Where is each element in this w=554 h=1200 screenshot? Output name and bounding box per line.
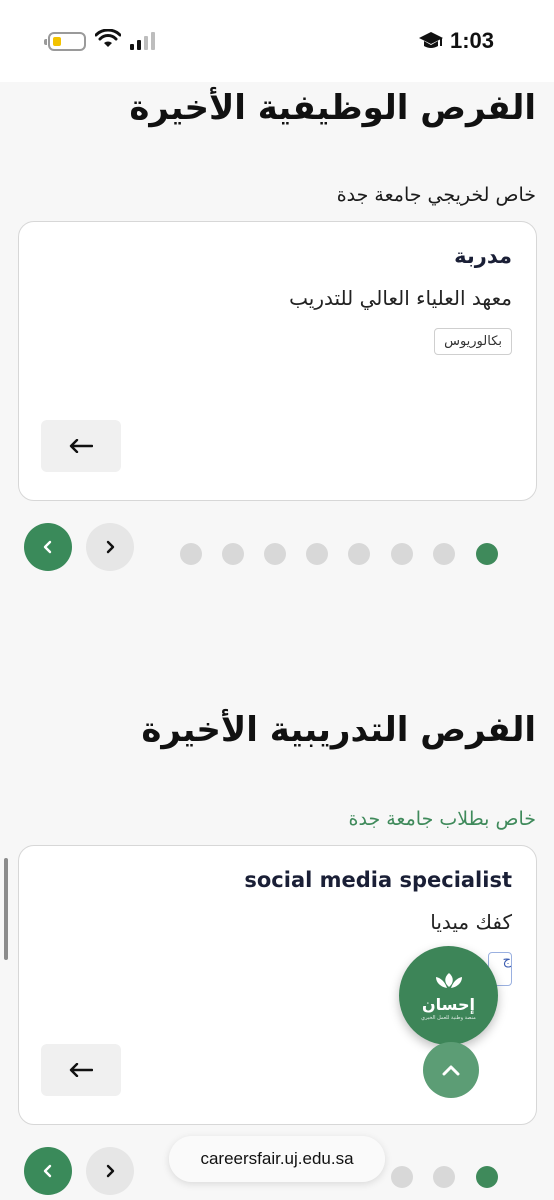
browser-url-bar[interactable]: careersfair.uj.edu.sa xyxy=(169,1136,385,1182)
scrollbar[interactable] xyxy=(4,858,8,960)
training-card-organization: كفك ميديا xyxy=(430,910,512,934)
scroll-to-top-button[interactable] xyxy=(423,1042,479,1098)
ehsan-logo-icon xyxy=(435,972,462,988)
job-card-open-button[interactable] xyxy=(41,420,121,472)
jobs-pagination-dot[interactable] xyxy=(433,543,455,565)
training-card-title: social media specialist xyxy=(244,868,512,892)
jobs-pagination-dot[interactable] xyxy=(306,543,328,565)
ehsan-badge-subtitle: منصة وطنية للعمل الخيري xyxy=(421,1014,476,1021)
ehsan-badge-name: إحسان xyxy=(422,994,475,1014)
graduation-cap-icon xyxy=(418,32,443,48)
time-group: 1:03 xyxy=(418,28,494,54)
jobs-section-subtitle: خاص لخريجي جامعة جدة xyxy=(336,184,536,206)
training-section-title: الفرص التدريبية الأخيرة xyxy=(141,710,536,750)
jobs-pagination-dot[interactable] xyxy=(180,543,202,565)
arrow-left-icon xyxy=(69,439,93,453)
jobs-prev-button[interactable] xyxy=(24,523,72,571)
training-pagination-dot[interactable] xyxy=(433,1166,455,1188)
chevron-left-icon xyxy=(43,540,52,554)
ehsan-badge[interactable]: إحسان منصة وطنية للعمل الخيري xyxy=(399,946,498,1045)
signal-icon xyxy=(130,32,155,50)
chevron-up-icon xyxy=(442,1065,460,1076)
jobs-pagination-dot[interactable] xyxy=(348,543,370,565)
training-next-button[interactable] xyxy=(86,1147,134,1195)
jobs-pagination-dot[interactable] xyxy=(222,543,244,565)
jobs-next-button[interactable] xyxy=(86,523,134,571)
chevron-right-icon xyxy=(106,540,115,554)
job-card[interactable]: مدربة معهد العلياء العالي للتدريب بكالور… xyxy=(18,221,537,501)
jobs-pagination-dot[interactable] xyxy=(264,543,286,565)
training-section-subtitle: خاص بطلاب جامعة جدة xyxy=(348,808,536,830)
chevron-left-icon xyxy=(43,1164,52,1178)
arrow-left-icon xyxy=(69,1063,93,1077)
jobs-pagination-dot-active[interactable] xyxy=(476,543,498,565)
training-pagination-dot-active[interactable] xyxy=(476,1166,498,1188)
training-card-open-button[interactable] xyxy=(41,1044,121,1096)
training-prev-button[interactable] xyxy=(24,1147,72,1195)
job-card-title: مدربة xyxy=(454,244,512,268)
training-pagination-dot[interactable] xyxy=(391,1166,413,1188)
chevron-right-icon xyxy=(106,1164,115,1178)
jobs-pagination-dot[interactable] xyxy=(391,543,413,565)
battery-icon xyxy=(44,32,86,51)
job-card-degree-tag: بكالوريوس xyxy=(434,328,512,355)
job-card-organization: معهد العلياء العالي للتدريب xyxy=(289,286,512,310)
status-bar: 1:03 xyxy=(0,0,554,82)
wifi-icon xyxy=(95,29,121,47)
clock-time: 1:03 xyxy=(449,28,494,53)
browser-url-text: careersfair.uj.edu.sa xyxy=(200,1149,354,1168)
jobs-section-title: الفرص الوظيفية الأخيرة xyxy=(129,88,536,128)
